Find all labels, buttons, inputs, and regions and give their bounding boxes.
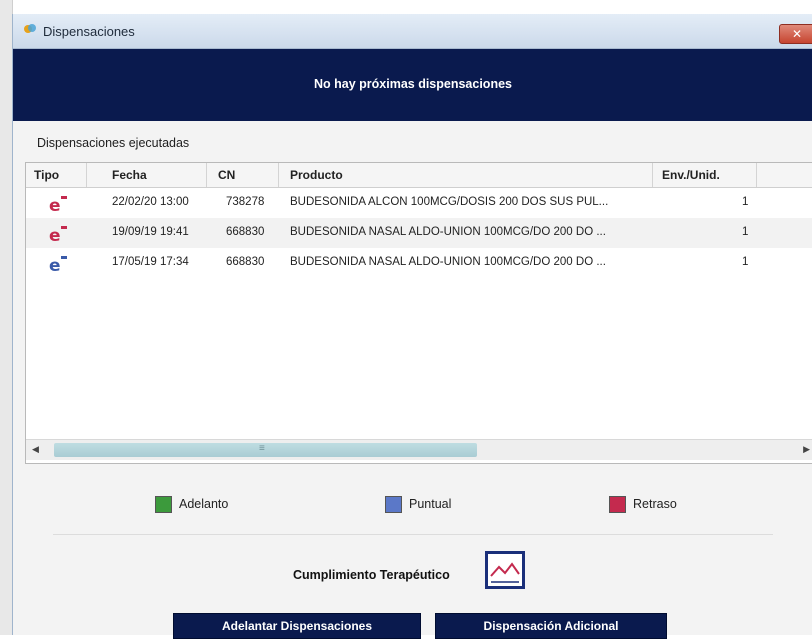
cumplimiento-terapeutico-button[interactable] (485, 551, 525, 589)
scrollbar-thumb[interactable]: ≡ (54, 443, 477, 457)
column-divider (756, 163, 757, 187)
next-dispensations-banner: No hay próximas dispensaciones (13, 49, 812, 121)
svg-text:e: e (49, 226, 61, 244)
cumplimiento-label: Cumplimiento Terapéutico (293, 568, 450, 582)
dispensacion-adicional-button[interactable]: Dispensación Adicional (435, 613, 667, 639)
legend-adelanto: Adelanto (155, 496, 228, 513)
svg-text:e: e (49, 256, 61, 274)
column-header-producto[interactable]: Producto (290, 168, 343, 182)
app-icon (24, 24, 36, 33)
legend-puntual: Puntual (385, 496, 451, 513)
dispensations-table: Tipo Fecha CN Producto Env./Unid. e 22/0… (25, 162, 812, 464)
column-divider (278, 163, 279, 187)
adelanto-swatch (155, 496, 172, 513)
row-fecha: 22/02/20 13:00 (112, 196, 189, 208)
retraso-dispensation-icon: e (49, 196, 67, 214)
table-row[interactable]: e 19/09/19 19:41 668830 BUDESONIDA NASAL… (26, 218, 812, 248)
row-cn: 668830 (226, 256, 265, 268)
divider (53, 534, 773, 535)
legend-label: Puntual (409, 496, 452, 511)
column-header-fecha[interactable]: Fecha (112, 168, 147, 182)
scroll-right-arrow-icon[interactable]: ▶ (803, 444, 810, 455)
grip-icon: ≡ (259, 443, 265, 454)
row-producto: BUDESONIDA NASAL ALDO-UNION 100MCG/DO 20… (290, 226, 606, 238)
retraso-dispensation-icon: e (49, 226, 67, 244)
section-label: Dispensaciones ejecutadas (37, 136, 190, 150)
column-divider (86, 163, 87, 187)
column-header-tipo[interactable]: Tipo (34, 168, 59, 182)
table-row[interactable]: e 22/02/20 13:00 738278 BUDESONIDA ALCON… (26, 188, 812, 218)
window-title: Dispensaciones (43, 24, 135, 39)
legend-retraso: Retraso (609, 496, 677, 513)
column-divider (206, 163, 207, 187)
column-divider (652, 163, 653, 187)
title-bar[interactable]: Dispensaciones ✕ (13, 14, 812, 49)
row-fecha: 17/05/19 17:34 (112, 256, 189, 268)
scroll-left-arrow-icon[interactable]: ◀ (32, 444, 39, 455)
row-env-unid: 1 (742, 226, 749, 238)
table-row[interactable]: e 17/05/19 17:34 668830 BUDESONIDA NASAL… (26, 248, 812, 278)
row-env-unid: 1 (742, 196, 749, 208)
puntual-dispensation-icon: e (49, 256, 67, 274)
legend-label: Retraso (633, 496, 677, 511)
table-header: Tipo Fecha CN Producto Env./Unid. (26, 163, 812, 188)
banner-text: No hay próximas dispensaciones (314, 77, 512, 91)
row-env-unid: 1 (742, 256, 749, 268)
svg-text:e: e (49, 196, 61, 214)
horizontal-scrollbar[interactable]: ◀ ≡ ▶ (26, 439, 812, 460)
adelantar-dispensaciones-button[interactable]: Adelantar Dispensaciones (173, 613, 421, 639)
row-producto: BUDESONIDA NASAL ALDO-UNION 100MCG/DO 20… (290, 256, 606, 268)
column-header-cn[interactable]: CN (218, 168, 235, 182)
close-button[interactable]: ✕ (779, 24, 812, 44)
row-cn: 668830 (226, 226, 265, 238)
row-cn: 738278 (226, 196, 265, 208)
column-header-env-unid[interactable]: Env./Unid. (662, 168, 720, 182)
retraso-swatch (609, 496, 626, 513)
dispensaciones-window: Dispensaciones ✕ No hay próximas dispens… (12, 14, 812, 639)
line-chart-icon (490, 562, 520, 583)
row-fecha: 19/09/19 19:41 (112, 226, 189, 238)
legend-label: Adelanto (179, 496, 229, 511)
row-producto: BUDESONIDA ALCON 100MCG/DOSIS 200 DOS SU… (290, 196, 609, 208)
puntual-swatch (385, 496, 402, 513)
